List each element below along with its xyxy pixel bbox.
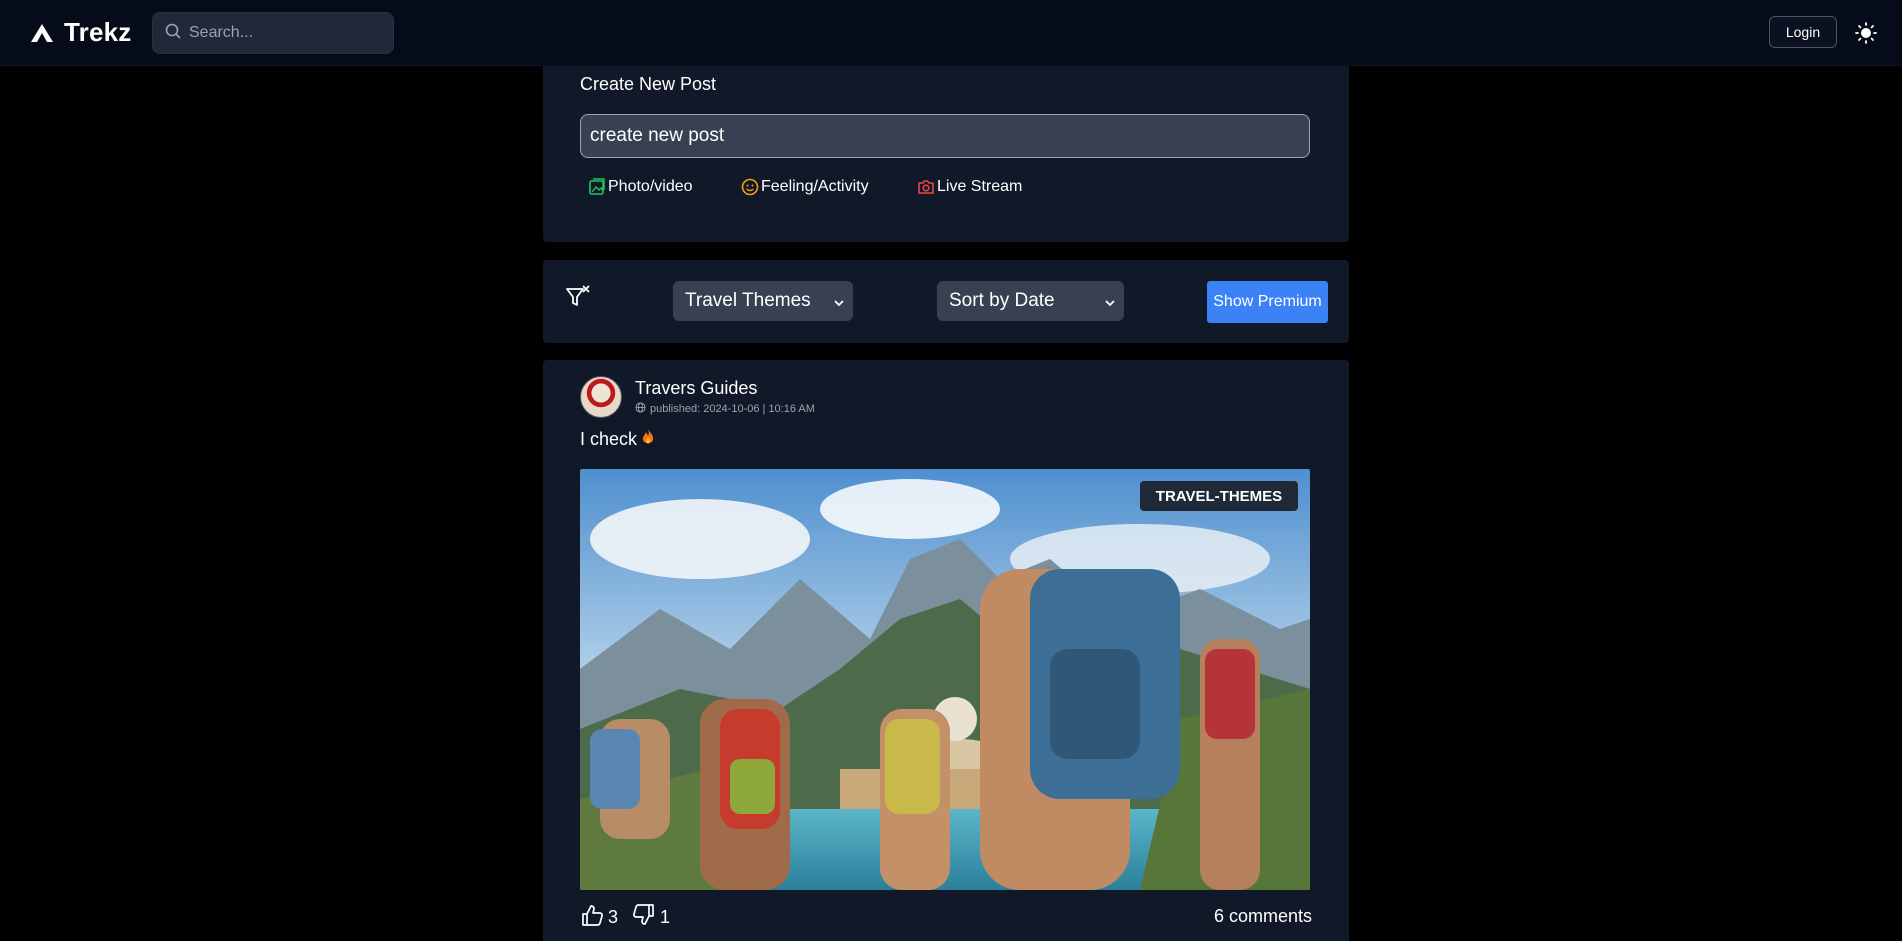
camera-icon: [917, 178, 935, 196]
brand-name: Trekz: [64, 17, 132, 47]
sort-select-value: Sort by Date: [949, 290, 1055, 311]
sun-icon[interactable]: [1855, 22, 1877, 44]
brand[interactable]: Trekz: [30, 17, 132, 48]
fire-icon: [641, 428, 655, 451]
category-select[interactable]: Travel Themes: [673, 281, 853, 321]
photo-video-label: Photo/video: [608, 178, 693, 195]
search-input[interactable]: [189, 24, 389, 42]
create-post-input[interactable]: [580, 114, 1310, 158]
comments-link[interactable]: 6 comments: [1214, 906, 1312, 927]
post-image[interactable]: TRAVEL-THEMES: [580, 469, 1310, 890]
thumbs-up-icon: [580, 903, 604, 932]
live-stream-button[interactable]: Live Stream: [917, 178, 1022, 196]
post-text: I check: [580, 428, 655, 451]
trekz-logo-icon: [30, 23, 54, 43]
chevron-down-icon: [833, 293, 845, 315]
category-select-value: Travel Themes: [685, 290, 811, 311]
post-reactions: 3 1: [580, 903, 670, 932]
chevron-down-icon: [1104, 293, 1116, 315]
show-premium-button[interactable]: Show Premium: [1207, 281, 1328, 323]
sort-select[interactable]: Sort by Date: [937, 281, 1124, 321]
globe-icon: [635, 402, 646, 416]
smiley-icon: [741, 178, 759, 196]
create-post-title: Create New Post: [580, 74, 717, 94]
post-tag-badge[interactable]: TRAVEL-THEMES: [1140, 481, 1298, 511]
filter-clear-icon[interactable]: [565, 284, 591, 310]
feeling-activity-button[interactable]: Feeling/Activity: [741, 178, 869, 196]
feeling-activity-label: Feeling/Activity: [761, 178, 869, 195]
login-button[interactable]: Login: [1769, 16, 1837, 48]
dislike-count: 1: [660, 907, 671, 927]
search-icon: [165, 23, 181, 44]
post-card: Travers Guides published: 2024-10-06 | 1…: [543, 360, 1349, 941]
filter-bar: Travel Themes Sort by Date Show Premium: [543, 260, 1349, 343]
photo-video-button[interactable]: Photo/video: [588, 178, 693, 196]
avatar[interactable]: [580, 376, 622, 418]
post-timestamp: published: 2024-10-06 | 10:16 AM: [650, 403, 815, 415]
top-navbar: Trekz Login: [0, 0, 1902, 66]
photo-icon: [588, 178, 606, 196]
like-button[interactable]: 3: [580, 903, 618, 932]
create-post-card: Create New Post Photo/video Feeling/Acti…: [543, 66, 1349, 242]
thumbs-down-icon: [632, 903, 656, 932]
live-stream-label: Live Stream: [937, 178, 1023, 195]
search-box[interactable]: [152, 12, 394, 54]
dislike-button[interactable]: 1: [632, 903, 670, 932]
post-text-content: I check: [580, 429, 638, 449]
post-meta: published: 2024-10-06 | 10:16 AM: [635, 402, 815, 416]
like-count: 3: [608, 907, 619, 927]
post-author[interactable]: Travers Guides: [635, 378, 757, 399]
